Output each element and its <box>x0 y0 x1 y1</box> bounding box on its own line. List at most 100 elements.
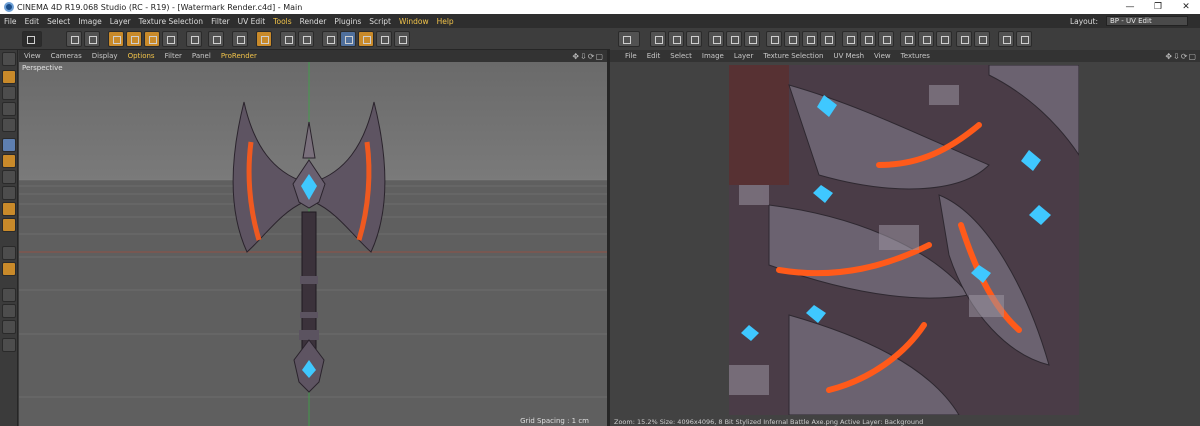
render-view-icon[interactable] <box>280 31 296 47</box>
bake-3d-icon[interactable] <box>208 31 224 47</box>
menu-view[interactable]: View <box>19 52 46 60</box>
minimize-button[interactable]: — <box>1116 2 1144 12</box>
uv-mirror-v-icon[interactable] <box>860 31 876 47</box>
uv-viewport[interactable]: Zoom: 15.2% Size: 4096x4096, 8 Bit Styli… <box>610 62 1200 426</box>
clone-icon[interactable] <box>2 186 16 200</box>
menu-prorender[interactable]: ProRender <box>216 52 262 60</box>
close-button[interactable]: ✕ <box>1172 2 1200 12</box>
menu-image[interactable]: Image <box>74 17 106 26</box>
coordinate-system-icon[interactable] <box>162 31 178 47</box>
window-titlebar: CINEMA 4D R19.068 Studio (RC - R19) - [W… <box>0 0 1200 14</box>
axis-icon[interactable] <box>186 31 202 47</box>
projection-icon[interactable] <box>394 31 410 47</box>
cube-icon[interactable] <box>340 31 356 47</box>
menu-window[interactable]: Window <box>395 17 433 26</box>
menu-render[interactable]: Render <box>296 17 331 26</box>
uv-navigation-icons[interactable]: ✥⇩⟳▢ <box>1165 52 1200 61</box>
uv-transform-icon[interactable] <box>1016 31 1032 47</box>
viewport-navigation-icons[interactable]: ✥⇩⟳▢ <box>572 52 607 61</box>
perspective-viewport[interactable]: Perspective Grid Spacing : 1 cm <box>19 62 607 426</box>
uv-flip-icon[interactable] <box>998 31 1014 47</box>
menu-cameras[interactable]: Cameras <box>46 52 87 60</box>
maximize-button[interactable]: ❐ <box>1144 2 1172 12</box>
uv-weld-icon[interactable] <box>900 31 916 47</box>
uv-align-bottom-icon[interactable] <box>820 31 836 47</box>
uv-menu-textures[interactable]: Textures <box>896 52 935 60</box>
menu-display[interactable]: Display <box>87 52 123 60</box>
menu-script[interactable]: Script <box>365 17 395 26</box>
uv-map-icon[interactable] <box>726 31 742 47</box>
uv-point-icon[interactable] <box>650 31 666 47</box>
uv-edge-icon[interactable] <box>686 31 702 47</box>
model-mode-icon[interactable] <box>2 70 16 84</box>
uv-scale-icon[interactable] <box>974 31 990 47</box>
render-settings-icon[interactable] <box>322 31 338 47</box>
menu-filter-vp[interactable]: Filter <box>160 52 187 60</box>
uv-align-top-icon[interactable] <box>802 31 818 47</box>
paint-layer-icon[interactable] <box>376 31 392 47</box>
texture-map <box>729 65 1079 415</box>
menu-select[interactable]: Select <box>43 17 74 26</box>
cinema4d-app-icon <box>4 2 14 12</box>
scale-icon[interactable] <box>126 31 142 47</box>
layout-control: Layout: BP - UV Edit <box>1066 16 1200 26</box>
make-editable-icon[interactable] <box>2 52 16 66</box>
eyedropper-icon[interactable] <box>2 288 16 302</box>
line-icon[interactable] <box>2 246 16 260</box>
fill-icon[interactable] <box>2 154 16 168</box>
uv-menu-edit[interactable]: Edit <box>642 52 666 60</box>
grid-spacing-readout: Grid Spacing : 1 cm <box>520 417 589 425</box>
menu-uv-edit[interactable]: UV Edit <box>234 17 270 26</box>
texture-mode-icon[interactable] <box>2 86 16 100</box>
uv-menu-uv-mesh[interactable]: UV Mesh <box>828 52 869 60</box>
uv-rotate-icon[interactable] <box>936 31 952 47</box>
color-swatch-icon[interactable] <box>2 320 16 334</box>
menu-filter[interactable]: Filter <box>207 17 234 26</box>
smudge-icon[interactable] <box>2 202 16 216</box>
render-picture-viewer-icon[interactable] <box>298 31 314 47</box>
undo-icon[interactable] <box>22 31 42 47</box>
edges-mode-icon[interactable] <box>2 118 16 132</box>
snap-icon[interactable] <box>232 31 248 47</box>
uv-pack-icon[interactable] <box>918 31 934 47</box>
rotate-icon[interactable] <box>144 31 160 47</box>
uv-menu-view[interactable]: View <box>869 52 896 60</box>
live-selection-icon[interactable] <box>66 31 82 47</box>
material-icon[interactable] <box>358 31 374 47</box>
menu-tools[interactable]: Tools <box>269 17 295 26</box>
eraser-icon[interactable] <box>2 170 16 184</box>
menu-layer[interactable]: Layer <box>106 17 135 26</box>
uv-polygon-icon[interactable] <box>668 31 684 47</box>
menu-texture-selection[interactable]: Texture Selection <box>135 17 207 26</box>
menu-help[interactable]: Help <box>433 17 458 26</box>
uv-align-right-icon[interactable] <box>784 31 800 47</box>
uv-menu-image[interactable]: Image <box>697 52 729 60</box>
uv-menu-select[interactable]: Select <box>665 52 697 60</box>
uv-menu-texture-selection[interactable]: Texture Selection <box>758 52 828 60</box>
menu-options[interactable]: Options <box>123 52 160 60</box>
uv-menu-file[interactable]: File <box>620 52 642 60</box>
uv-fit-icon[interactable] <box>956 31 972 47</box>
uv-relax-icon[interactable] <box>708 31 724 47</box>
dodge-icon[interactable] <box>2 218 16 232</box>
uv-stitch-icon[interactable] <box>878 31 894 47</box>
workplane-icon[interactable] <box>256 31 272 47</box>
mask-icon[interactable] <box>2 338 16 352</box>
magic-wand-icon[interactable] <box>2 304 16 318</box>
rectangle-selection-icon[interactable] <box>84 31 100 47</box>
uv-status-bar: Zoom: 15.2% Size: 4096x4096, 8 Bit Styli… <box>614 418 924 426</box>
uv-mirror-u-icon[interactable] <box>842 31 858 47</box>
points-mode-icon[interactable] <box>2 102 16 116</box>
star-shape-icon[interactable] <box>2 262 16 276</box>
menu-panel[interactable]: Panel <box>187 52 216 60</box>
uv-optimal-icon[interactable] <box>744 31 760 47</box>
menu-plugins[interactable]: Plugins <box>330 17 365 26</box>
menu-edit[interactable]: Edit <box>21 17 44 26</box>
uv-grid-icon[interactable] <box>618 31 640 47</box>
menu-file[interactable]: File <box>0 17 21 26</box>
layout-select[interactable]: BP - UV Edit <box>1106 16 1188 26</box>
move-icon[interactable] <box>108 31 124 47</box>
uv-align-left-icon[interactable] <box>766 31 782 47</box>
brush-icon[interactable] <box>2 138 16 152</box>
uv-menu-layer[interactable]: Layer <box>729 52 759 60</box>
